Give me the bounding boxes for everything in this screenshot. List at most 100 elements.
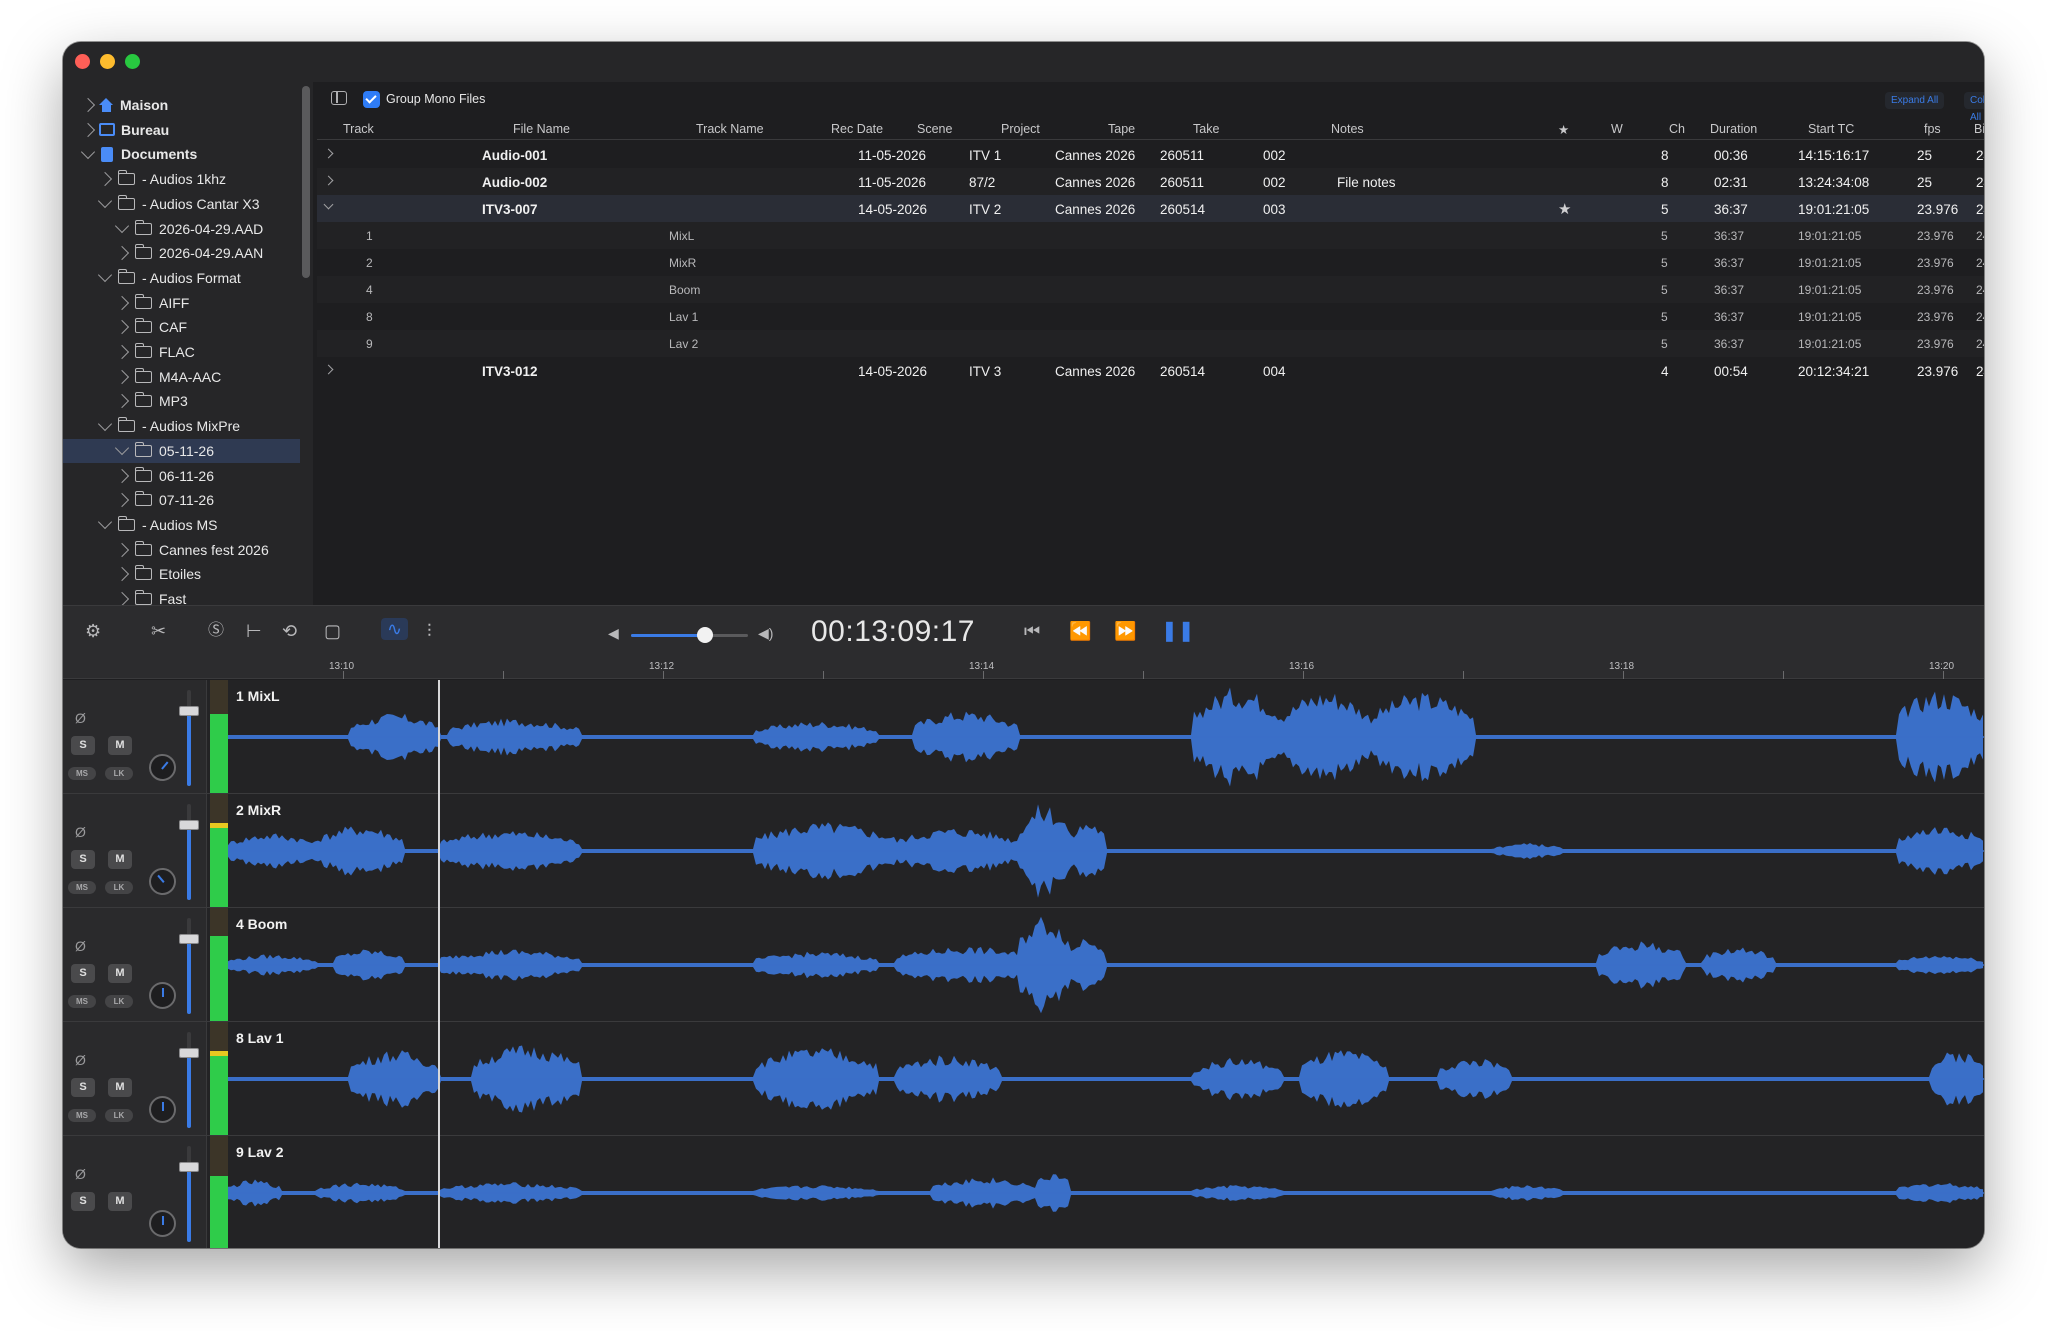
volume-fader-knob[interactable] [179,1048,199,1058]
phase-invert-button[interactable]: Ø [75,1166,86,1182]
chevron-right-icon[interactable] [114,468,130,483]
sidebar-toggle-icon[interactable] [331,91,347,105]
timeline-ruler[interactable]: 13:10 13:12 13:14 13:16 13:18 13:20 [63,657,1984,679]
column-header[interactable]: Tape [1108,122,1135,136]
solo-button[interactable]: S [71,964,95,983]
sidebar-item[interactable]: Cannes fest 2026 [63,538,300,562]
pan-knob[interactable] [149,1096,176,1123]
chevron-right-icon[interactable] [114,246,130,261]
ms-button[interactable]: MS [68,767,96,780]
chevron-down-icon[interactable] [114,218,130,234]
sidebar-item[interactable]: Maison [63,93,300,117]
sidebar-item[interactable]: - Audios Format [63,266,300,290]
playhead[interactable] [438,680,440,1248]
mute-button[interactable]: M [108,850,132,869]
group-mono-checkbox[interactable] [363,91,380,108]
table-row[interactable]: Audio-002 11-05-2026 87/2 Cannes 2026 260511… [317,168,1984,195]
chevron-down-icon[interactable] [97,268,113,283]
sidebar-item[interactable]: - Audios MS [63,513,300,537]
chevron-down-icon[interactable] [114,441,130,456]
loop-icon[interactable]: ⟲ [282,622,297,640]
table-row[interactable]: ITV3-012 14-05-2026 ITV 3 Cannes 2026 260514… [317,357,1984,384]
chevron-right-icon[interactable] [323,148,334,159]
track-row[interactable]: 4 Boom 5 36:37 19:01:21:05 23.976 24 [317,276,1984,303]
waveform[interactable] [228,794,1984,907]
phase-invert-button[interactable]: Ø [75,710,86,726]
zoom-window-button[interactable] [125,54,140,69]
collapse-all-button[interactable]: Collapse All [1964,92,1984,123]
chevron-right-icon[interactable] [114,591,130,605]
column-header[interactable]: Track [343,122,374,136]
column-header[interactable]: Take [1193,122,1219,136]
ms-button[interactable]: MS [68,995,96,1008]
pan-knob[interactable] [149,1210,176,1237]
column-header[interactable]: File Name [513,122,570,136]
close-window-button[interactable] [75,54,90,69]
pan-knob[interactable] [149,982,176,1009]
sidebar-item[interactable]: 2026-04-29.AAD [63,217,300,241]
column-header[interactable]: fps [1924,122,1941,136]
sidebar-item[interactable]: Documents [63,142,300,166]
volume-slider-knob[interactable] [697,627,713,643]
sidebar-item[interactable]: - Audios Cantar X3 [63,192,300,216]
column-header[interactable]: ★ [1558,122,1569,137]
pan-knob[interactable] [143,862,182,901]
sidebar-scrollbar[interactable] [302,86,310,278]
skip-to-start-icon[interactable]: ⏮ [1024,622,1040,640]
track-row[interactable]: 2 MixR 5 36:37 19:01:21:05 23.976 24 [317,249,1984,276]
chevron-down-icon[interactable] [80,144,96,159]
ms-button[interactable]: MS [68,881,96,894]
phase-invert-button[interactable]: Ø [75,1052,86,1068]
sidebar-item[interactable]: FLAC [63,340,300,364]
link-button[interactable]: LK [105,995,133,1008]
phase-invert-button[interactable]: Ø [75,824,86,840]
link-button[interactable]: LK [105,881,133,894]
chevron-down-icon[interactable] [97,194,113,209]
column-header[interactable]: Track Name [696,122,764,136]
pause-icon[interactable]: ❚❚ [1161,621,1195,641]
split-icon[interactable]: ⊢ [246,622,262,640]
chevron-right-icon[interactable] [114,320,130,335]
sidebar-item[interactable]: 2026-04-29.AAN [63,241,300,265]
link-button[interactable]: LK [105,1109,133,1122]
mute-button[interactable]: M [108,1192,132,1211]
volume-fader-knob[interactable] [179,820,199,830]
chevron-right-icon[interactable] [97,172,113,187]
column-header[interactable]: Project [1001,122,1040,136]
expand-all-button[interactable]: Expand All [1885,92,1945,109]
sidebar-item[interactable]: 07-11-26 [63,488,300,512]
solo-button[interactable]: S [71,1078,95,1097]
sidebar-item[interactable]: Bureau [63,118,300,142]
column-header[interactable]: Duration [1710,122,1757,136]
sidebar-item[interactable]: AIFF [63,291,300,315]
chevron-down-icon[interactable] [97,416,113,431]
column-header[interactable]: Start TC [1808,122,1854,136]
tools-icon[interactable]: ✂ [151,622,166,640]
settings-icon[interactable]: ⚙ [85,622,101,640]
link-button[interactable]: LK [105,767,133,780]
mute-button[interactable]: M [108,736,132,755]
ms-button[interactable]: MS [68,1109,96,1122]
star-icon[interactable]: ★ [1558,200,1571,218]
column-header[interactable]: Bits [1974,122,1984,136]
waveform[interactable] [228,1022,1984,1135]
volume-fader-knob[interactable] [179,934,199,944]
solo-icon[interactable]: Ⓢ [208,622,224,640]
volume-fader-knob[interactable] [179,706,199,716]
solo-button[interactable]: S [71,736,95,755]
sidebar-item[interactable]: - Audios 1khz [63,167,300,191]
chevron-right-icon[interactable] [80,97,96,113]
chevron-right-icon[interactable] [323,175,334,186]
sidebar-item[interactable]: Etoiles [63,562,300,586]
sidebar-item[interactable]: 06-11-26 [63,464,300,488]
sidebar-item[interactable]: MP3 [63,389,300,413]
waveform[interactable] [228,908,1984,1021]
sidebar-item[interactable]: - Audios MixPre [63,414,300,438]
sidebar-item[interactable]: CAF [63,315,300,339]
pan-knob[interactable] [143,748,182,787]
track-row[interactable]: 1 MixL 5 36:37 19:01:21:05 23.976 24 [317,222,1984,249]
stop-icon[interactable]: ▢ [324,622,341,640]
table-row[interactable]: Audio-001 11-05-2026 ITV 1 Cannes 2026 26051… [317,141,1984,168]
column-header[interactable]: Ch [1669,122,1685,136]
chevron-right-icon[interactable] [114,394,130,409]
